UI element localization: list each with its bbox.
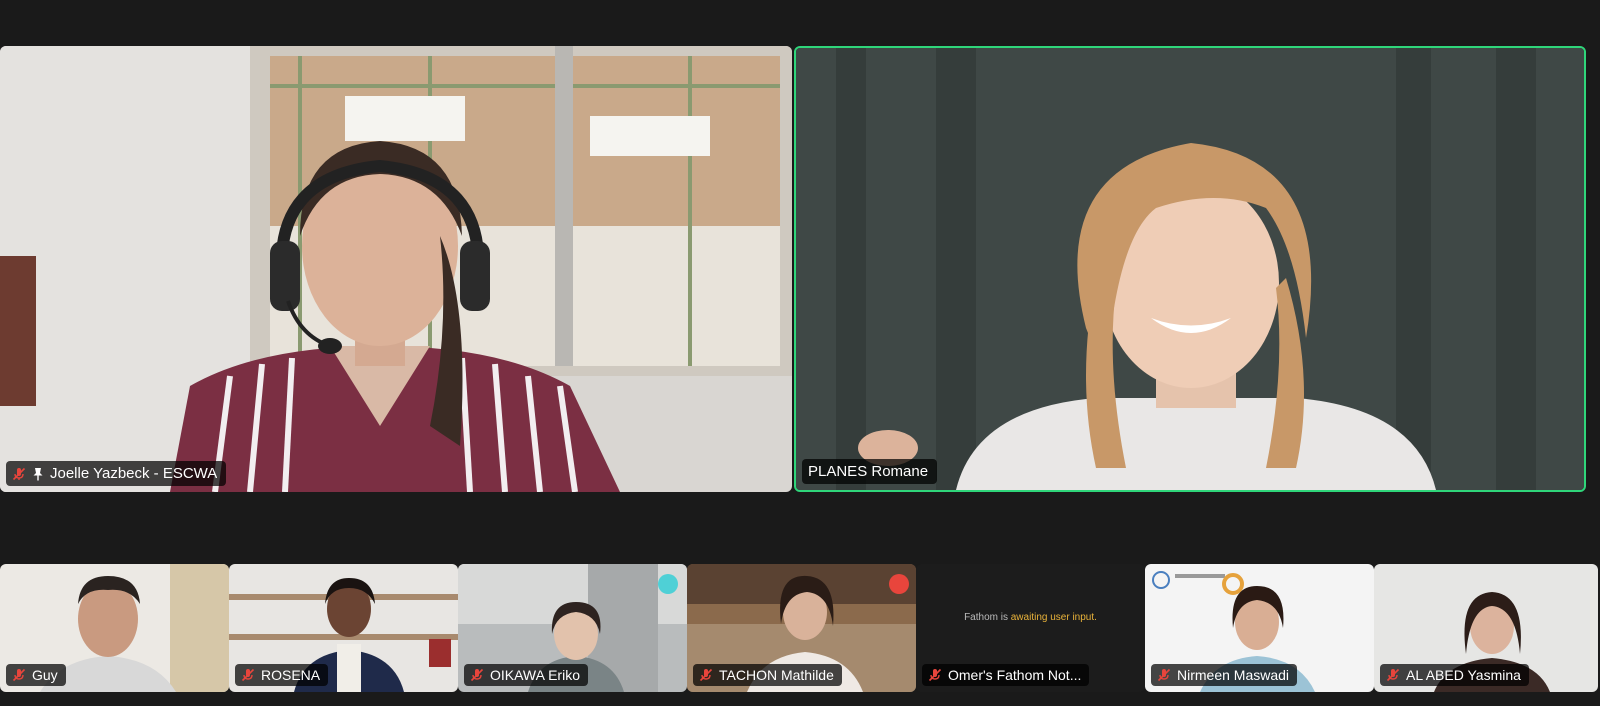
participant-name: Omer's Fathom Not... [948, 667, 1082, 683]
mic-muted-icon [12, 467, 26, 480]
participant-name: TACHON Mathilde [719, 667, 834, 683]
video-feed [796, 48, 1584, 490]
participant-name: ROSENA [261, 667, 321, 683]
participant-name: OIKAWA Eriko [490, 667, 580, 683]
participant-name: Joelle Yazbeck - ESCWA [50, 465, 218, 482]
video-tile-planes-romane[interactable]: PLANES Romane [794, 46, 1586, 492]
participant-nametag: PLANES Romane [802, 459, 938, 484]
participant-nametag: Nirmeen Maswadi [1151, 664, 1298, 686]
mic-muted-icon [1157, 668, 1171, 682]
video-tile-fathom-notetaker[interactable]: Fathom is awaiting user input. Omer's Fa… [916, 564, 1145, 692]
video-tile-tachon-mathilde[interactable]: TACHON Mathilde [687, 564, 916, 692]
participant-name: Guy [32, 667, 58, 683]
participant-nametag: AL ABED Yasmina [1380, 664, 1529, 686]
participant-nametag: ROSENA [235, 664, 329, 686]
participant-nametag: OIKAWA Eriko [464, 664, 588, 686]
mic-muted-icon [699, 668, 713, 682]
fathom-status-message: Fathom is awaiting user input. [964, 612, 1097, 623]
participant-nametag: TACHON Mathilde [693, 664, 842, 686]
mic-muted-icon [241, 668, 255, 682]
video-tile-guy[interactable]: Guy [0, 564, 229, 692]
video-tile-oikawa-eriko[interactable]: OIKAWA Eriko [458, 564, 687, 692]
participant-nametag: Guy [6, 664, 66, 686]
pin-icon [33, 467, 43, 480]
participant-nametag: Omer's Fathom Not... [922, 664, 1090, 686]
video-tile-al-abed-yasmina[interactable]: AL ABED Yasmina [1374, 564, 1598, 692]
participant-name: PLANES Romane [808, 463, 929, 480]
mic-muted-icon [1386, 668, 1400, 682]
participant-nametag: Joelle Yazbeck - ESCWA [6, 461, 227, 486]
mic-muted-icon [470, 668, 484, 682]
mic-muted-icon [928, 668, 942, 682]
participant-name: Nirmeen Maswadi [1177, 667, 1290, 683]
mic-muted-icon [12, 668, 26, 682]
video-tile-joelle-yazbeck[interactable]: Joelle Yazbeck - ESCWA [0, 46, 792, 492]
video-feed [0, 46, 792, 492]
video-tile-rosena[interactable]: ROSENA [229, 564, 458, 692]
participant-name: AL ABED Yasmina [1406, 667, 1521, 683]
video-tile-nirmeen-maswadi[interactable]: Nirmeen Maswadi [1145, 564, 1374, 692]
